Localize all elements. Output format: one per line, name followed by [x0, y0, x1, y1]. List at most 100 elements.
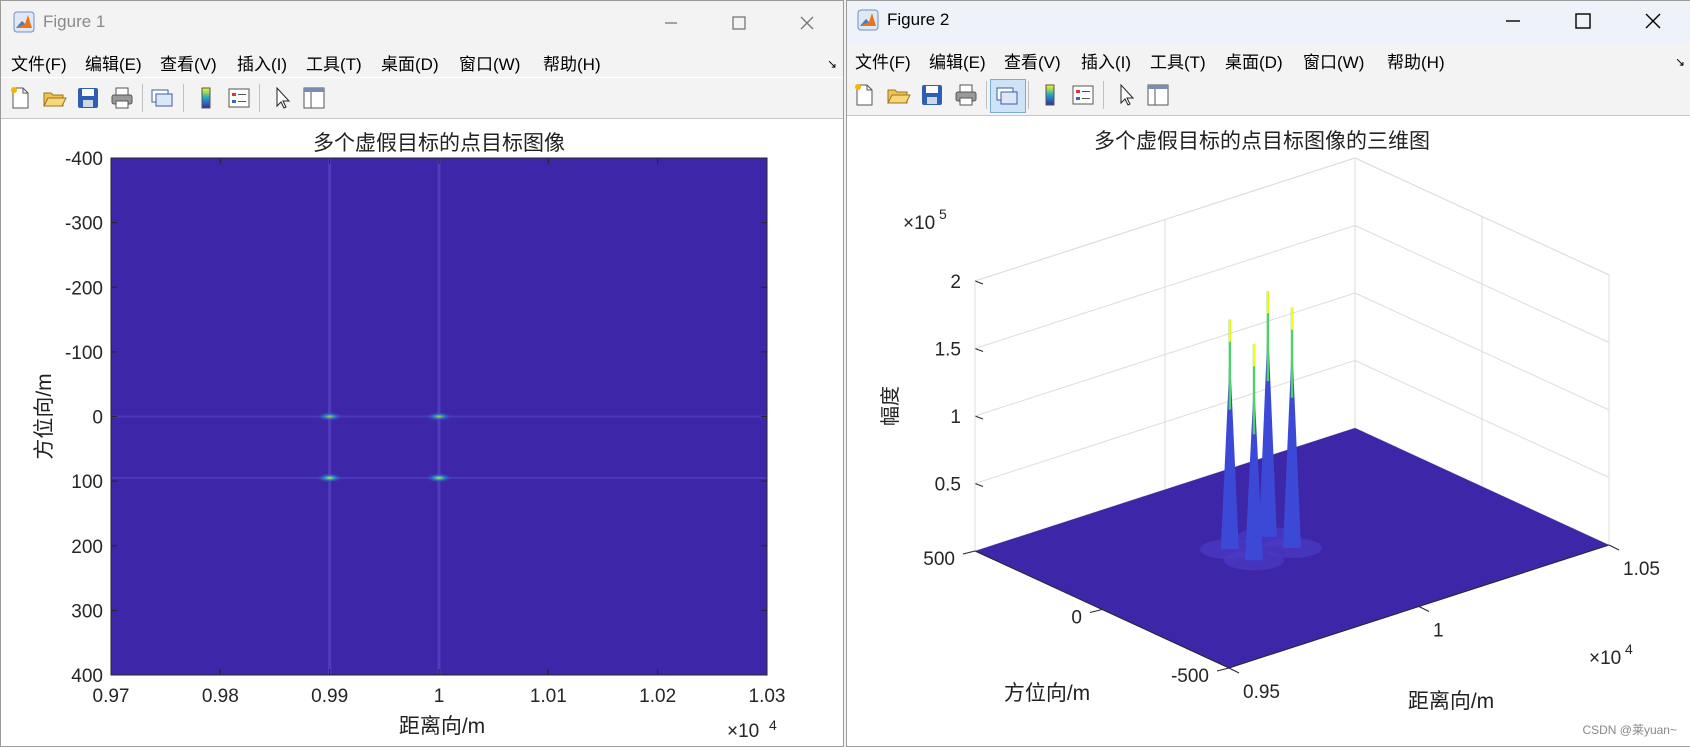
menu-view[interactable]: 查看(V) [1004, 48, 1061, 73]
y-tick-mark [962, 550, 976, 555]
menu-help[interactable]: 帮助(H) [543, 50, 601, 75]
y-tick-label: 500 [923, 549, 955, 570]
y-tick-label: -300 [65, 214, 103, 235]
heatmap-axes[interactable]: 0.97 0.98 0.99 1 1.01 1.02 1.03 -400 -300 -200 -10… [1, 119, 841, 746]
y-axis-label: 方位向/m [1004, 682, 1090, 705]
titlebar[interactable]: Figure 2 [847, 1, 1690, 45]
open-file-icon[interactable] [885, 82, 911, 108]
menu-view[interactable]: 查看(V) [160, 50, 217, 75]
figure-canvas: 0.97 0.98 0.99 1 1.01 1.02 1.03 -400 -300 -200 -10… [1, 119, 843, 746]
maximize-button[interactable] [1551, 1, 1615, 43]
dock-arrow-icon[interactable]: ↘ [827, 57, 837, 71]
target-point [425, 411, 453, 422]
y-tick-label: -400 [65, 149, 103, 170]
y-tick-label: -100 [65, 343, 103, 364]
open-file-icon[interactable] [41, 85, 67, 111]
target-point [315, 411, 344, 422]
x-tick-label: 0.98 [202, 686, 239, 707]
figure-toolbar [847, 75, 1690, 116]
menu-desktop[interactable]: 桌面(D) [1225, 48, 1283, 73]
toolbar-separator [259, 84, 260, 112]
menu-tools[interactable]: 工具(T) [306, 50, 362, 75]
menu-bar: 文件(F) 编辑(E) 查看(V) 插入(I) 工具(T) 桌面(D) 窗口(W… [1, 45, 843, 77]
legend-icon[interactable] [1070, 82, 1096, 108]
z-tick-mark [974, 415, 984, 420]
x-tick-mark [1418, 606, 1430, 612]
menu-insert[interactable]: 插入(I) [237, 50, 287, 75]
z-axis-label: 幅度 [879, 386, 902, 426]
watermark: CSDN @莱yuan~ [1582, 723, 1677, 737]
menu-tools[interactable]: 工具(T) [1150, 48, 1206, 73]
chart-title: 多个虚假目标的点目标图像 [313, 132, 565, 155]
y-tick-label: 400 [71, 666, 103, 687]
x-tick-mark [1608, 544, 1620, 551]
x-tick-label: 1.03 [749, 686, 786, 707]
z-tick-label: 2 [950, 272, 961, 293]
link-button-active[interactable] [990, 79, 1026, 113]
x-exponent-label: ×10 [1589, 648, 1621, 669]
y-tick-label: 300 [71, 601, 103, 622]
x-tick-label: 1.05 [1623, 559, 1660, 580]
close-icon [1645, 13, 1661, 29]
window-title: Figure 1 [43, 12, 106, 31]
colorbar-icon[interactable] [193, 85, 219, 111]
target-point [315, 472, 344, 483]
titlebar[interactable]: Figure 1 [1, 1, 843, 45]
property-inspector-icon[interactable] [301, 85, 327, 111]
matlab-logo-icon [857, 9, 879, 31]
x-axis-label: 距离向/m [399, 715, 485, 738]
menu-edit[interactable]: 编辑(E) [929, 48, 986, 73]
print-icon[interactable] [109, 85, 135, 111]
minimize-button[interactable] [639, 1, 703, 45]
surface-3d-axes[interactable]: 0.5 1 1.5 2 500 0 -500 0.95 1 1.05 多个虚假目标的点目标图像的三维… [847, 116, 1689, 746]
menu-insert[interactable]: 插入(I) [1081, 48, 1131, 73]
close-icon [800, 16, 814, 30]
z-tick-label: 1.5 [935, 340, 961, 361]
x-tick-label: 0.97 [93, 686, 130, 707]
x-tick-label: 0.99 [311, 686, 348, 707]
menu-edit[interactable]: 编辑(E) [85, 50, 142, 75]
print-icon[interactable] [953, 82, 979, 108]
y-tick-label: 0 [1071, 608, 1082, 629]
colorbar-icon[interactable] [1037, 82, 1063, 108]
menu-file[interactable]: 文件(F) [11, 50, 67, 75]
dock-arrow-icon[interactable]: ↘ [1675, 55, 1685, 69]
z-tick-mark [974, 483, 984, 487]
y-tick-label: 0 [92, 408, 103, 429]
z-exponent-power: 5 [939, 206, 947, 222]
menu-window[interactable]: 窗口(W) [1303, 48, 1364, 73]
save-icon[interactable] [75, 85, 101, 111]
menu-help[interactable]: 帮助(H) [1387, 48, 1445, 73]
pointer-icon[interactable] [1113, 82, 1139, 108]
y-tick-label: -200 [65, 278, 103, 299]
minimize-button[interactable] [1481, 1, 1545, 43]
x-exponent-power: 4 [769, 717, 777, 733]
chart-title: 多个虚假目标的点目标图像的三维图 [1094, 130, 1430, 153]
save-icon[interactable] [919, 82, 945, 108]
x-tick-label: 1 [1433, 621, 1444, 642]
minimize-icon [665, 22, 677, 24]
pointer-icon[interactable] [269, 85, 295, 111]
maximize-button[interactable] [707, 1, 771, 45]
menu-bar: 文件(F) 编辑(E) 查看(V) 插入(I) 工具(T) 桌面(D) 窗口(W… [847, 43, 1690, 75]
matlab-logo-icon [13, 11, 35, 33]
menu-file[interactable]: 文件(F) [855, 48, 911, 73]
z-tick-mark [974, 280, 984, 285]
menu-window[interactable]: 窗口(W) [459, 50, 520, 75]
close-button[interactable] [775, 1, 839, 45]
menu-desktop[interactable]: 桌面(D) [381, 50, 439, 75]
x-axis-label: 距离向/m [1408, 690, 1494, 713]
property-inspector-icon[interactable] [1145, 82, 1171, 108]
new-figure-icon[interactable] [851, 82, 877, 108]
y-axis-label: 方位向/m [33, 373, 56, 459]
maximize-icon [732, 16, 746, 30]
x-tick-label: 1.02 [639, 686, 676, 707]
close-button[interactable] [1621, 1, 1685, 43]
new-figure-icon[interactable] [7, 85, 33, 111]
link-icon [996, 87, 1018, 105]
target-point [425, 472, 453, 483]
figure-1-window: Figure 1 文件(F) 编辑(E) 查看(V) 插入(I) 工具(T) 桌… [0, 0, 844, 747]
toolbar-separator [1028, 81, 1029, 109]
link-icon[interactable] [149, 85, 175, 111]
legend-icon[interactable] [226, 85, 252, 111]
